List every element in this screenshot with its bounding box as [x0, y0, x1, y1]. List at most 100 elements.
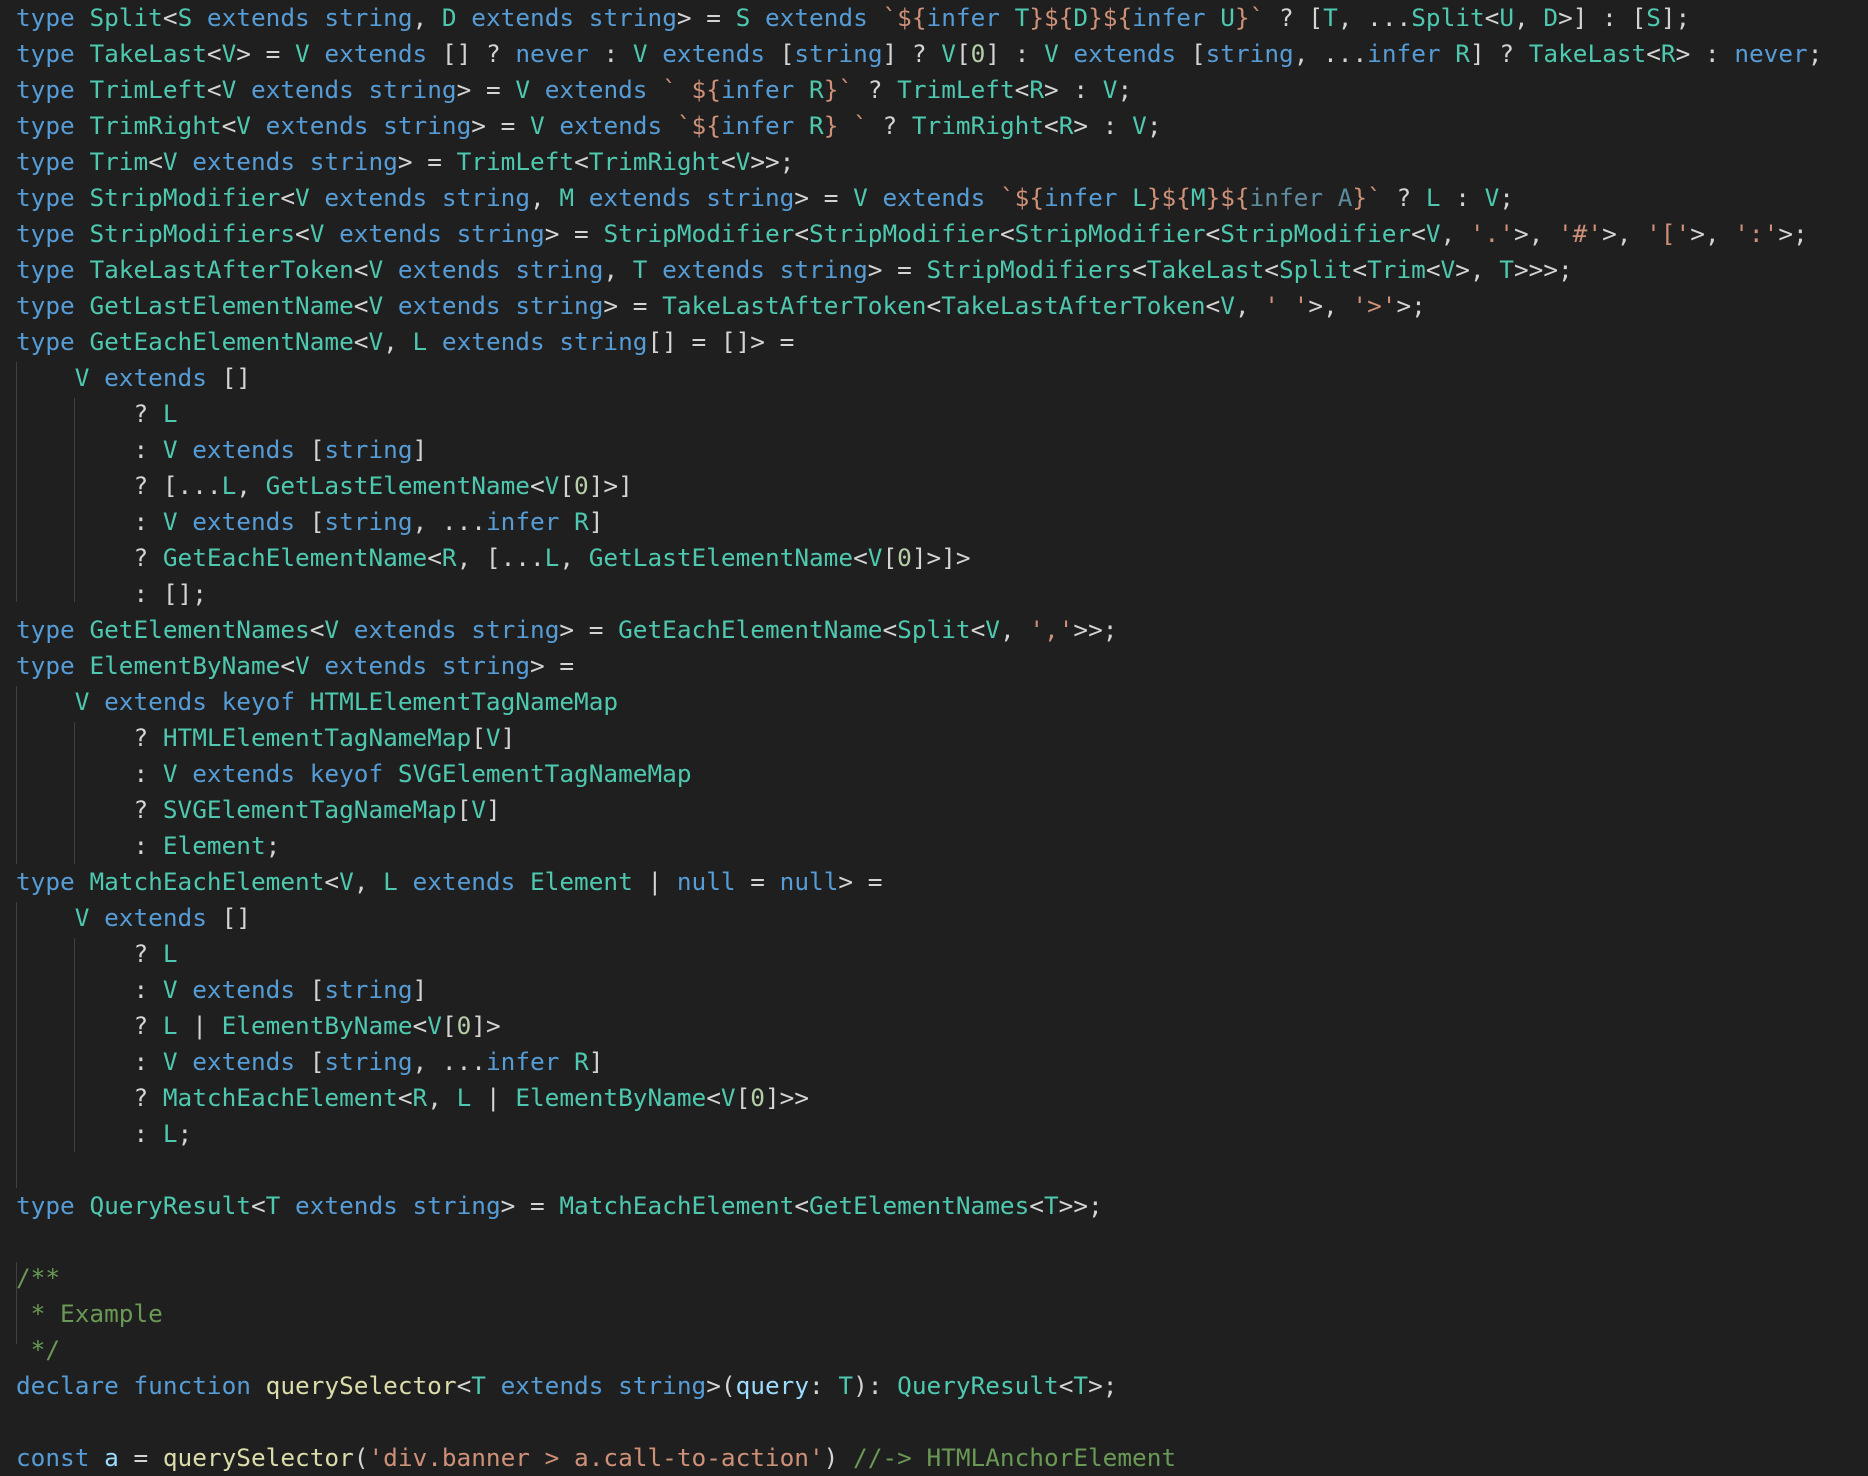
code-token: > :: [1073, 111, 1133, 140]
code-line[interactable]: ? [...L, GetLastElementName<V[0]>]: [16, 468, 632, 504]
code-token: string: [779, 255, 868, 284]
code-token: MatchEachElement: [559, 1191, 795, 1220]
code-token: ?: [16, 795, 163, 824]
code-line[interactable]: type TakeLastAfterToken<V extends string…: [16, 252, 1573, 288]
code-token: `${: [676, 111, 721, 140]
code-line[interactable]: type ElementByName<V extends string> =: [16, 648, 574, 684]
code-token: R: [1058, 111, 1074, 140]
code-token: string: [706, 183, 795, 212]
code-token: const: [16, 1443, 105, 1472]
code-token: |: [632, 867, 677, 896]
code-line[interactable]: const a = querySelector('div.banner > a.…: [16, 1440, 1176, 1476]
code-token: <: [1132, 255, 1147, 284]
code-line[interactable]: : V extends [string]: [16, 972, 427, 1008]
code-line[interactable]: : V extends [string]: [16, 432, 427, 468]
code-token: [: [471, 723, 486, 752]
code-token: [: [559, 471, 575, 500]
code-line[interactable]: V extends []: [16, 360, 251, 396]
code-token: keyof: [309, 759, 398, 788]
code-token: > =: [397, 147, 457, 176]
code-token: ]>>: [764, 1083, 810, 1112]
code-line[interactable]: type StripModifier<V extends string, M e…: [16, 180, 1514, 216]
code-token: ] ?: [882, 39, 942, 68]
code-token: ,: [236, 471, 266, 500]
code-token: L: [1132, 183, 1147, 212]
code-line[interactable]: * Example: [16, 1296, 163, 1332]
code-line[interactable]: ? L: [16, 396, 177, 432]
code-token: 0: [750, 1083, 765, 1112]
code-token: infer: [1132, 3, 1221, 32]
code-token: extends: [456, 3, 589, 32]
code-line[interactable]: type MatchEachElement<V, L extends Eleme…: [16, 864, 882, 900]
code-line[interactable]: type GetElementNames<V extends string> =…: [16, 612, 1117, 648]
code-token: ?: [867, 111, 912, 140]
code-line[interactable]: type TrimLeft<V extends string> = V exte…: [16, 72, 1132, 108]
code-token: ]: [485, 795, 501, 824]
code-line[interactable]: type GetLastElementName<V extends string…: [16, 288, 1426, 324]
code-line[interactable]: V extends keyof HTMLElementTagNameMap: [16, 684, 618, 720]
code-token: V: [1044, 39, 1059, 68]
code-token: <: [1352, 255, 1368, 284]
code-token: V: [368, 255, 384, 284]
code-token: extends: [309, 651, 442, 680]
code-line[interactable]: : [];: [16, 576, 206, 612]
code-token: >,: [1513, 219, 1558, 248]
code-line[interactable]: ? HTMLElementTagNameMap[V]: [16, 720, 515, 756]
code-token: <: [970, 615, 986, 644]
code-token: R: [412, 1083, 428, 1112]
code-line[interactable]: : V extends [string, ...infer R]: [16, 1044, 603, 1080]
code-line[interactable]: declare function querySelector<T extends…: [16, 1368, 1117, 1404]
code-token: (: [353, 1443, 369, 1472]
code-token: extends: [177, 759, 310, 788]
code-line[interactable]: : V extends [string, ...infer R]: [16, 504, 603, 540]
code-token: V: [324, 615, 340, 644]
code-token: <: [280, 651, 296, 680]
code-token: R: [574, 507, 589, 536]
code-line[interactable]: type QueryResult<T extends string> = Mat…: [16, 1188, 1103, 1224]
code-token: ',': [1029, 615, 1074, 644]
code-token: GetEachElementName: [89, 327, 354, 356]
code-token: `${: [882, 3, 927, 32]
code-editor[interactable]: type Split<S extends string, D extends s…: [0, 0, 1868, 1476]
code-token: Trim: [1367, 255, 1426, 284]
code-token: V: [162, 759, 178, 788]
code-line[interactable]: ? MatchEachElement<R, L | ElementByName<…: [16, 1080, 809, 1116]
code-token: V: [295, 651, 310, 680]
code-token: ? [: [1264, 3, 1324, 32]
code-token: <: [148, 147, 163, 176]
code-line[interactable]: /**: [16, 1260, 60, 1296]
code-token: > =: [838, 867, 883, 896]
code-token: ]>: [471, 1011, 501, 1040]
code-token: string: [588, 3, 677, 32]
code-token: extends: [1058, 39, 1191, 68]
code-line[interactable]: ? GetEachElementName<R, [...L, GetLastEl…: [16, 540, 970, 576]
code-line[interactable]: : V extends keyof SVGElementTagNameMap: [16, 756, 691, 792]
code-line[interactable]: type TrimRight<V extends string> = V ext…: [16, 108, 1162, 144]
code-token: type: [16, 183, 90, 212]
code-token: Split: [897, 615, 971, 644]
code-line[interactable]: type TakeLast<V> = V extends [] ? never …: [16, 36, 1822, 72]
code-token: ,: [1514, 3, 1544, 32]
code-line[interactable]: type Trim<V extends string> = TrimLeft<T…: [16, 144, 794, 180]
code-token: , ...: [1337, 3, 1412, 32]
code-line[interactable]: ? L | ElementByName<V[0]>: [16, 1008, 501, 1044]
code-line[interactable]: ? SVGElementTagNameMap[V]: [16, 792, 501, 828]
code-line[interactable]: : L;: [16, 1116, 192, 1152]
code-token: }${: [1088, 3, 1133, 32]
code-token: infer: [720, 111, 810, 140]
code-token: TakeLastAfterToken: [941, 291, 1206, 320]
code-token: string: [515, 255, 604, 284]
code-line[interactable]: */: [16, 1332, 60, 1368]
code-token: >>;: [750, 147, 795, 176]
code-token: extends: [750, 3, 883, 32]
code-token: string: [559, 327, 648, 356]
code-token: [: [955, 39, 971, 68]
code-line[interactable]: type GetEachElementName<V, L extends str…: [16, 324, 794, 360]
code-line[interactable]: ? L: [16, 936, 177, 972]
code-token: U: [1220, 3, 1235, 32]
code-line[interactable]: type Split<S extends string, D extends s…: [16, 0, 1690, 36]
code-line[interactable]: V extends []: [16, 900, 251, 936]
code-line[interactable]: type StripModifiers<V extends string> = …: [16, 216, 1808, 252]
code-line[interactable]: : Element;: [16, 828, 280, 864]
code-token: ElementByName: [89, 651, 281, 680]
